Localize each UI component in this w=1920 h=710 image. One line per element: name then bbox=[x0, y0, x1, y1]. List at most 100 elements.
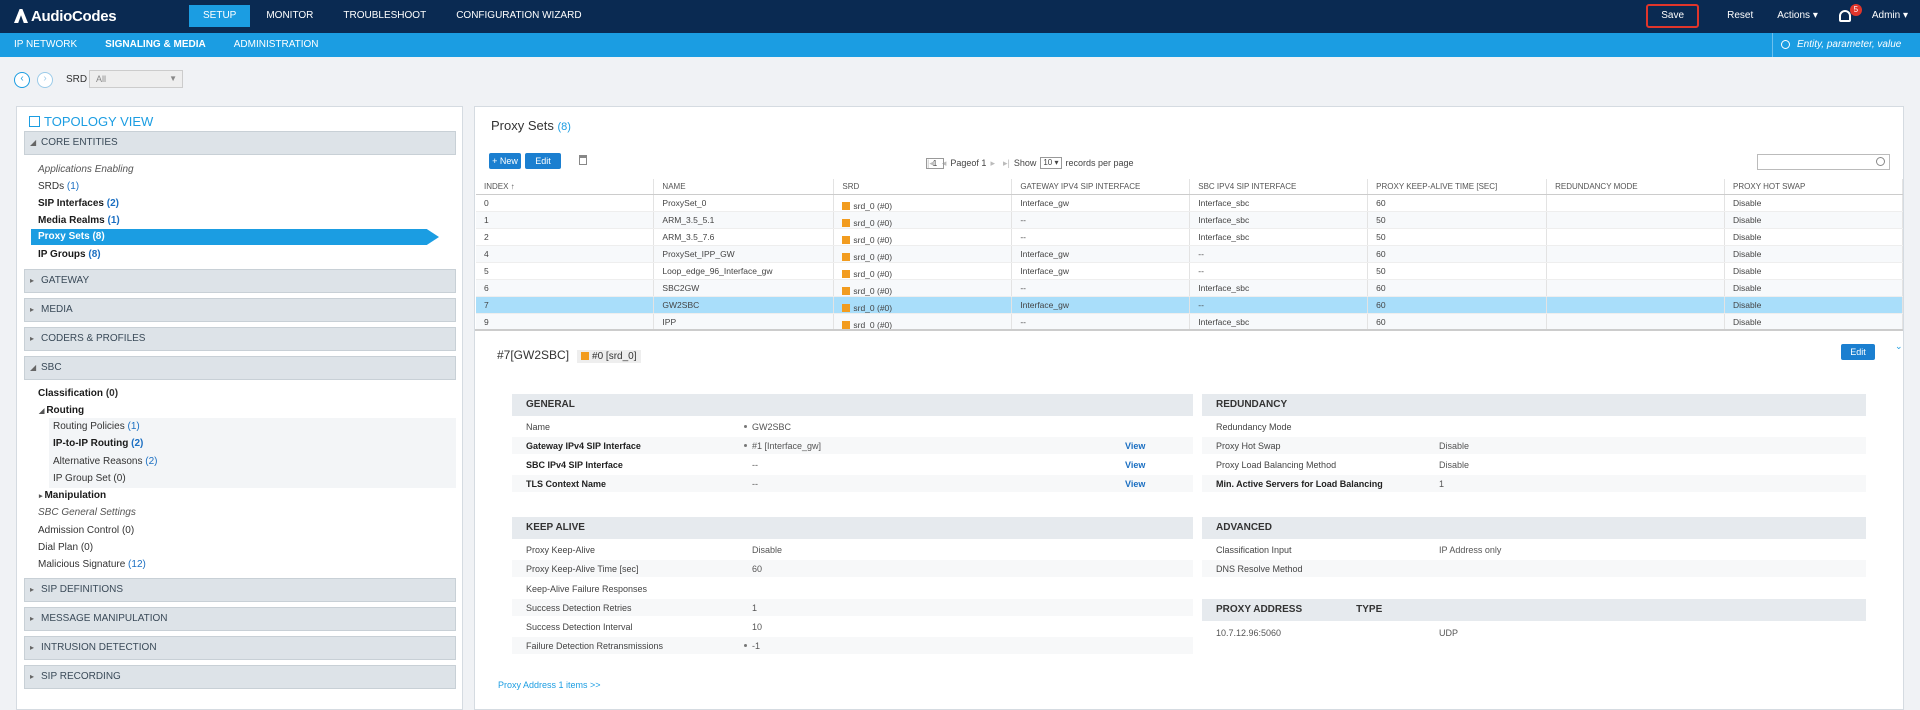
section-sbc[interactable]: ◢ SBC bbox=[24, 356, 456, 380]
advanced-header: ADVANCED bbox=[1202, 517, 1866, 539]
page-number-input[interactable]: 1 bbox=[926, 157, 944, 169]
proxy-address-items-link[interactable]: Proxy Address 1 items >> bbox=[498, 680, 601, 690]
nav-manipulation[interactable]: ▸ Manipulation bbox=[39, 490, 106, 501]
nav-sip-interfaces[interactable]: SIP Interfaces (2) bbox=[38, 198, 119, 209]
audiocodes-logo[interactable]: AudioCodes bbox=[14, 8, 117, 25]
proxy-address-col: PROXY ADDRESS bbox=[1216, 604, 1303, 615]
col-name[interactable]: NAME bbox=[653, 179, 835, 195]
tab-administration[interactable]: ADMINISTRATION bbox=[220, 33, 333, 57]
nav-proxy-sets-selected[interactable]: Proxy Sets (8) bbox=[31, 229, 439, 245]
section-label: SBC bbox=[41, 362, 62, 373]
table-row[interactable]: 4 ProxySet_IPP_GW srd_0 (#0) Interface_gw --… bbox=[476, 245, 1903, 263]
splitter[interactable] bbox=[475, 329, 1903, 331]
load-balancing-key: Proxy Load Balancing Method bbox=[1216, 460, 1337, 470]
back-arrow-icon[interactable]: ‹ bbox=[14, 72, 30, 88]
cell-gateway-interface: -- bbox=[1011, 279, 1191, 297]
nav-alternative-reasons[interactable]: Alternative Reasons (2) bbox=[53, 456, 158, 467]
next-page-icon[interactable]: ▸ bbox=[990, 158, 995, 169]
cell-name: ProxySet_IPP_GW bbox=[653, 245, 835, 263]
trash-icon[interactable] bbox=[579, 155, 587, 165]
cell-gateway-interface: Interface_gw bbox=[1011, 296, 1191, 314]
tab-configuration-wizard[interactable]: CONFIGURATION WIZARD bbox=[442, 5, 595, 27]
nav-routing[interactable]: ◢ Routing bbox=[39, 405, 84, 416]
section-coders-profiles[interactable]: ▸ CODERS & PROFILES bbox=[24, 327, 456, 351]
load-balancing-value: Disable bbox=[1439, 460, 1470, 470]
section-sip-recording[interactable]: ▸ SIP RECORDING bbox=[24, 665, 456, 689]
nav-ip-group-set[interactable]: IP Group Set (0) bbox=[53, 473, 126, 484]
tab-setup[interactable]: SETUP bbox=[189, 5, 251, 27]
table-row[interactable]: 2 ARM_3.5_7.6 srd_0 (#0) -- Interface_sbc 50 D… bbox=[476, 228, 1903, 246]
nav-ip-to-ip-routing[interactable]: IP-to-IP Routing (2) bbox=[53, 438, 143, 449]
col-gateway-sip-interface[interactable]: GATEWAY IPV4 SIP INTERFACE bbox=[1011, 179, 1191, 195]
nav-ip-groups[interactable]: IP Groups (8) bbox=[38, 249, 101, 260]
col-keep-alive-time[interactable]: PROXY KEEP-ALIVE TIME [SEC] bbox=[1367, 179, 1548, 195]
col-redundancy-mode[interactable]: REDUNDANCY MODE bbox=[1546, 179, 1726, 195]
srd-select[interactable]: All ▼ bbox=[89, 70, 183, 88]
section-media[interactable]: ▸ MEDIA bbox=[24, 298, 456, 322]
section-message-manipulation[interactable]: ▸ MESSAGE MANIPULATION bbox=[24, 607, 456, 631]
actions-menu[interactable]: Actions ▾ bbox=[1765, 4, 1830, 28]
table-search-input[interactable] bbox=[1757, 154, 1890, 170]
nav-count: (1) bbox=[66, 181, 80, 192]
table-row[interactable]: 6 SBC2GW srd_0 (#0) -- Interface_sbc 60 Disabl… bbox=[476, 279, 1903, 297]
table-row[interactable]: 5 Loop_edge_96_Interface_gw srd_0 (#0) Inte… bbox=[476, 262, 1903, 280]
cell-redundancy-mode bbox=[1546, 313, 1726, 331]
save-button[interactable]: Save bbox=[1646, 4, 1700, 28]
table-row[interactable]: 7 GW2SBC srd_0 (#0) Interface_gw -- 60 Disable bbox=[476, 296, 1903, 314]
section-gateway[interactable]: ▸ GATEWAY bbox=[24, 269, 456, 293]
notifications-button[interactable]: 5 bbox=[1830, 4, 1862, 28]
topology-panel: TOPOLOGY VIEW ◢ CORE ENTITIES Application… bbox=[16, 106, 463, 710]
cell-redundancy-mode bbox=[1546, 262, 1726, 280]
col-sbc-sip-interface[interactable]: SBC IPV4 SIP INTERFACE bbox=[1189, 179, 1369, 195]
cell-redundancy-mode bbox=[1546, 245, 1726, 263]
detail-edit-button[interactable]: Edit bbox=[1841, 344, 1875, 360]
records-per-page-select[interactable]: 10 ▾ bbox=[1040, 157, 1062, 169]
gateway-view-link[interactable]: View bbox=[1125, 441, 1145, 451]
proxy-keep-alive-key: Proxy Keep-Alive bbox=[526, 545, 596, 555]
topology-title[interactable]: TOPOLOGY VIEW bbox=[29, 114, 153, 129]
cell-sbc-interface: -- bbox=[1189, 245, 1369, 263]
global-search-input[interactable]: Entity, parameter, value bbox=[1772, 33, 1920, 57]
col-srd[interactable]: SRD bbox=[833, 179, 1013, 195]
page-title: Proxy Sets (8) bbox=[491, 118, 571, 133]
edit-button[interactable]: Edit bbox=[525, 153, 561, 169]
keep-alive-header: KEEP ALIVE bbox=[512, 517, 1193, 539]
table-row[interactable]: 0 ProxySet_0 srd_0 (#0) Interface_gw Interfa… bbox=[476, 194, 1903, 212]
nav-media-realms[interactable]: Media Realms (1) bbox=[38, 215, 120, 226]
collapse-caret-icon[interactable]: ⌄ bbox=[1895, 341, 1903, 352]
tab-signaling-media[interactable]: SIGNALING & MEDIA bbox=[91, 33, 220, 57]
section-core-entities[interactable]: ◢ CORE ENTITIES bbox=[24, 131, 456, 155]
nav-dial-plan[interactable]: Dial Plan (0) bbox=[38, 542, 93, 553]
nav-label: Proxy Sets (8) bbox=[38, 231, 105, 242]
last-page-icon[interactable]: ▸| bbox=[1003, 158, 1010, 169]
nav-routing-policies[interactable]: Routing Policies (1) bbox=[53, 421, 140, 432]
col-index[interactable]: INDEX ↑ bbox=[476, 179, 655, 195]
tab-monitor[interactable]: MONITOR bbox=[252, 5, 327, 27]
reset-button[interactable]: Reset bbox=[1715, 4, 1765, 28]
sbc-view-link[interactable]: View bbox=[1125, 460, 1145, 470]
cell-srd: srd_0 (#0) bbox=[833, 296, 1013, 314]
nav-malicious-signature[interactable]: Malicious Signature (12) bbox=[38, 559, 146, 570]
col-proxy-hot-swap[interactable]: PROXY HOT SWAP bbox=[1724, 179, 1903, 195]
section-sip-definitions[interactable]: ▸ SIP DEFINITIONS bbox=[24, 578, 456, 602]
nav-srds[interactable]: SRDs (1) bbox=[38, 181, 79, 192]
srd-color-square bbox=[842, 269, 851, 278]
sub-nav: IP NETWORK SIGNALING & MEDIA ADMINISTRAT… bbox=[0, 33, 333, 57]
section-intrusion-detection[interactable]: ▸ INTRUSION DETECTION bbox=[24, 636, 456, 660]
nav-applications-enabling[interactable]: Applications Enabling bbox=[38, 164, 134, 175]
tab-troubleshoot[interactable]: TROUBLESHOOT bbox=[329, 5, 440, 27]
nav-sbc-general-settings[interactable]: SBC General Settings bbox=[38, 507, 136, 518]
nav-admission-control[interactable]: Admission Control (0) bbox=[38, 525, 134, 536]
nav-classification[interactable]: Classification (0) bbox=[38, 388, 118, 399]
forward-arrow-icon[interactable]: › bbox=[37, 72, 53, 88]
table-row[interactable]: 9 IPP srd_0 (#0) -- Interface_sbc 60 Disable bbox=[476, 313, 1903, 331]
cell-hot-swap: Disable bbox=[1724, 262, 1903, 280]
cell-srd: srd_0 (#0) bbox=[833, 194, 1013, 212]
user-menu[interactable]: Admin ▾ bbox=[1860, 4, 1920, 28]
cell-keep-alive-time: 60 bbox=[1367, 279, 1548, 297]
new-button[interactable]: + New bbox=[489, 153, 521, 169]
cell-srd: srd_0 (#0) bbox=[833, 313, 1013, 331]
tls-view-link[interactable]: View bbox=[1125, 479, 1145, 489]
tab-ip-network[interactable]: IP NETWORK bbox=[0, 33, 91, 57]
table-row[interactable]: 1 ARM_3.5_5.1 srd_0 (#0) -- Interface_sbc 50 D… bbox=[476, 211, 1903, 229]
